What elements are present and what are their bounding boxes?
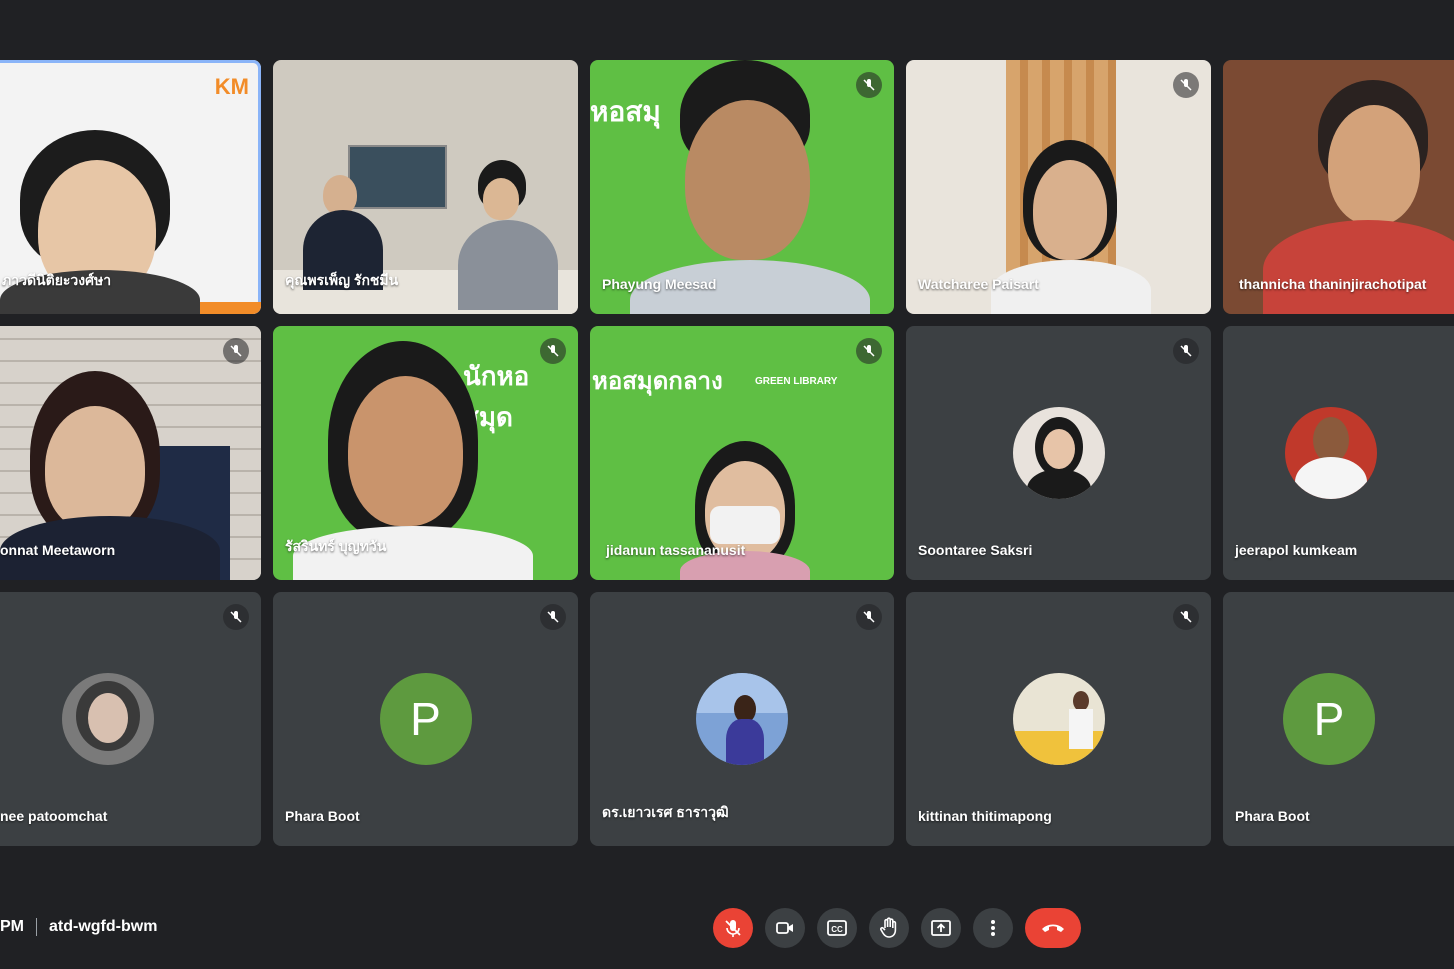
participant-tile[interactable]: ดร.เยาวเรศ ธาราวุฒิ [590, 592, 894, 846]
background-slide-text: หอสมุดกลาง [592, 368, 723, 395]
mic-off-icon [1173, 604, 1199, 630]
background-slide-text: นักหอสมุด [463, 361, 530, 432]
participant-tile[interactable]: คุณพรเพ็ญ รักชมีน [273, 60, 578, 314]
avatar [1012, 673, 1105, 765]
participant-tile[interactable]: หอสมุ Phayung Meesad [590, 60, 894, 314]
mic-off-icon [223, 604, 249, 630]
participant-name: Phara Boot [1235, 808, 1310, 824]
brand-logo: KM [214, 74, 249, 99]
avatar [62, 673, 154, 765]
raise-hand-button[interactable] [869, 908, 909, 948]
mic-off-icon [1173, 338, 1199, 364]
participant-tile[interactable]: P Phara Boot [273, 592, 578, 846]
mic-off-icon [725, 920, 741, 937]
mic-off-icon [223, 338, 249, 364]
participant-tile[interactable]: nee patoomchat [0, 592, 261, 846]
meeting-code[interactable]: atd-wgfd-bwm [49, 918, 157, 936]
participant-name: jidanun tassananusit [606, 542, 746, 558]
participant-name: ภาวดีนิติยะวงศ์ษา [2, 272, 112, 288]
participant-tile[interactable]: KM ภาวดีนิติยะวงศ์ษา [0, 60, 261, 314]
camera-toggle-button[interactable] [765, 908, 805, 948]
participant-name: Phayung Meesad [602, 276, 717, 292]
participant-grid: KM ภาวดีนิติยะวงศ์ษา คุณพรเพ็ญ รักชมีน ห… [0, 0, 1454, 870]
camera-icon [776, 922, 793, 934]
participant-tile[interactable]: Soontaree Saksri [906, 326, 1211, 580]
participant-name: jeerapol kumkeam [1235, 542, 1358, 558]
avatar [1012, 407, 1105, 499]
meeting-info: PM atd-wgfd-bwm [0, 918, 157, 936]
participant-name: คุณพรเพ็ญ รักชมีน [285, 272, 399, 288]
mic-off-icon [856, 338, 882, 364]
participant-tile[interactable]: kittinan thitimapong [906, 592, 1211, 846]
present-button[interactable] [921, 908, 961, 948]
participant-name: ดร.เยาวเรศ ธาราวุฒิ [602, 804, 729, 820]
more-icon [991, 920, 995, 936]
participant-name: Soontaree Saksri [918, 542, 1033, 558]
participant-tile[interactable]: Watcharee Paisart [906, 60, 1211, 314]
present-icon [931, 920, 951, 936]
participant-name: kittinan thitimapong [918, 808, 1052, 824]
participant-name: Phara Boot [285, 808, 360, 824]
mic-off-icon [856, 72, 882, 98]
participant-name: Watcharee Paisart [918, 276, 1039, 292]
mic-off-icon [540, 338, 566, 364]
participant-name: thannicha thaninjirachotipat [1239, 276, 1427, 292]
captions-button[interactable]: CC [817, 908, 857, 948]
participant-name: รัสรินทร์ บุญทวัน [285, 538, 387, 554]
participant-tile[interactable]: นักหอสมุด รัสรินทร์ บุญทวัน [273, 326, 578, 580]
background-slide-text: หอสมุ [590, 96, 661, 127]
end-call-button[interactable] [1025, 908, 1081, 948]
meeting-time: PM [0, 918, 24, 935]
avatar [696, 673, 788, 765]
participant-tile[interactable]: thannicha thaninjirachotipat [1223, 60, 1454, 314]
participant-name: nee patoomchat [0, 808, 108, 824]
avatar [1285, 407, 1377, 499]
captions-icon: CC [827, 920, 847, 936]
participant-tile[interactable]: onnat Meetaworn [0, 326, 261, 580]
participant-tile[interactable]: jeerapol kumkeam [1223, 326, 1454, 580]
mic-off-icon [540, 604, 566, 630]
avatar: P [379, 673, 472, 765]
svg-text:CC: CC [831, 925, 843, 934]
avatar: P [1283, 673, 1375, 765]
raise-hand-icon [880, 917, 897, 938]
mic-toggle-button[interactable] [713, 908, 753, 948]
participant-tile[interactable]: P Phara Boot [1223, 592, 1454, 846]
end-call-icon [1042, 924, 1064, 932]
participant-tile[interactable]: หอสมุดกลาง GREEN LIBRARY jidanun tassana… [590, 326, 894, 580]
more-options-button[interactable] [973, 908, 1013, 948]
mic-off-icon [856, 604, 882, 630]
separator [36, 918, 37, 936]
mic-off-icon [1173, 72, 1199, 98]
brand-logo: GREEN LIBRARY [755, 376, 838, 387]
call-controls: CC [713, 908, 1081, 948]
participant-name: onnat Meetaworn [0, 542, 116, 558]
control-bar: PM atd-wgfd-bwm CC [0, 890, 1454, 969]
